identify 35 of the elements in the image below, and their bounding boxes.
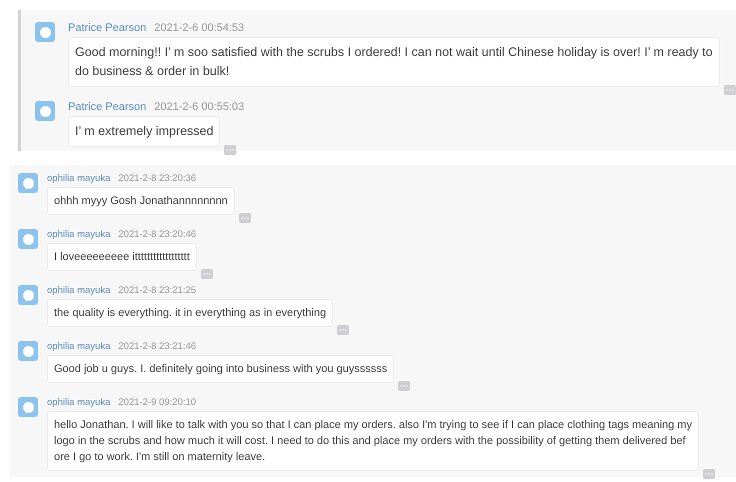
message-bubble: ohhh myyy Gosh Jonathannnnnnnn: [47, 187, 235, 215]
message-bubble: the quality is everything. it in everything as in everything: [47, 299, 334, 327]
avatar-icon: [18, 229, 38, 249]
sender-name: ophilia mayuka: [47, 229, 110, 240]
message-time: 2021-2-9 09:20:10: [118, 397, 196, 408]
avatar-icon: [18, 173, 38, 193]
more-icon[interactable]: [702, 469, 715, 479]
more-icon[interactable]: [238, 213, 251, 223]
sender-name: ophilia mayuka: [47, 341, 110, 352]
more-icon[interactable]: [724, 85, 736, 95]
avatar-icon: [18, 341, 38, 361]
more-icon[interactable]: [224, 145, 236, 155]
message-time: 2021-2-8 23:20:36: [118, 173, 196, 184]
more-icon[interactable]: [398, 381, 410, 391]
message-time: 2021-2-8 23:21:25: [118, 285, 196, 296]
sender-name: ophilia mayuka: [47, 285, 110, 296]
more-icon[interactable]: [337, 325, 350, 335]
message-bubble: I loveeeeeeeee itttttttttttttttttt: [47, 243, 197, 271]
message-time: 2021-2-8 23:20:46: [118, 229, 196, 240]
message-bubble: hello Jonathan. I will like to talk with you so that I can place my orders. also I'm trying to see if I can place clothing tags meaning my logo in the scrubs and how much it will cost. I need to do this and place my orders with the possibility of getting them delivered bef ore I go to work. I'm still on maternity leave.: [47, 411, 699, 471]
message-time: 2021-2-8 23:21:46: [118, 341, 196, 352]
more-icon[interactable]: [200, 269, 213, 279]
sender-name: ophilia mayuka: [47, 173, 110, 184]
sender-name: Patrice Pearson: [68, 22, 146, 34]
sender-name: Patrice Pearson: [68, 101, 146, 113]
avatar-icon: [18, 397, 38, 417]
avatar-icon: [35, 22, 55, 42]
message-bubble: Good job u guys. I. definitely going into business with you guyssssss: [47, 355, 394, 383]
message-time: 2021-2-6 00:55:03: [154, 101, 244, 113]
message-bubble: Good morning!! I’ m soo satisfied with the scrubs I ordered! I can not wait until Chinese holiday is over! I’ m ready to do business & order in bulk!: [68, 37, 720, 87]
message-bubble: I’ m extremely impressed: [68, 116, 220, 147]
sender-name: ophilia mayuka: [47, 397, 110, 408]
avatar-icon: [35, 101, 55, 121]
message-time: 2021-2-6 00:54:53: [154, 22, 244, 34]
avatar-icon: [18, 285, 38, 305]
